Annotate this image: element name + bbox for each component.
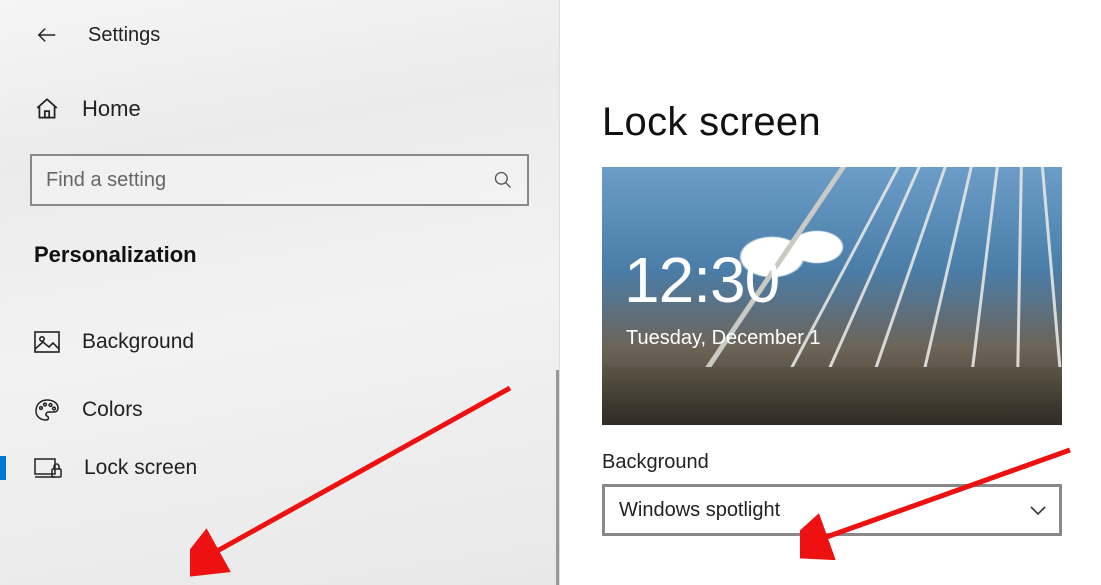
main-content: Lock screen 12:30 Tuesday, December 1 Ba…	[560, 0, 1101, 585]
sidebar-item-label: Lock screen	[84, 456, 197, 480]
home-label: Home	[82, 96, 141, 122]
background-dropdown[interactable]: Windows spotlight	[602, 484, 1062, 536]
chevron-down-icon	[1029, 504, 1047, 516]
page-title: Lock screen	[602, 100, 1065, 145]
palette-icon	[34, 398, 60, 422]
app-title: Settings	[88, 24, 160, 47]
search-input[interactable]	[46, 169, 493, 192]
search-container	[30, 154, 529, 206]
sidebar-item-colors[interactable]: Colors	[0, 376, 559, 444]
sidebar-item-background[interactable]: Background	[0, 308, 559, 376]
search-icon	[493, 170, 513, 190]
sidebar: Settings Home Personalization	[0, 0, 560, 585]
back-button[interactable]	[30, 18, 64, 52]
home-icon	[34, 96, 60, 122]
sidebar-item-label: Colors	[82, 398, 143, 422]
section-title: Personalization	[34, 242, 559, 268]
preview-decor	[602, 367, 1062, 425]
preview-date: Tuesday, December 1	[626, 327, 821, 350]
title-bar: Settings	[0, 10, 559, 70]
search-box[interactable]	[30, 154, 529, 206]
home-nav[interactable]: Home	[0, 70, 559, 148]
background-field-label: Background	[602, 451, 1065, 474]
sidebar-scrollbar[interactable]	[556, 370, 559, 585]
background-dropdown-value: Windows spotlight	[619, 499, 780, 522]
picture-icon	[34, 331, 60, 353]
sidebar-item-lock-screen[interactable]: Lock screen	[0, 444, 559, 492]
back-arrow-icon	[36, 24, 58, 46]
lock-screen-icon	[34, 457, 62, 479]
lock-screen-preview: 12:30 Tuesday, December 1	[602, 167, 1062, 425]
sidebar-item-label: Background	[82, 330, 194, 354]
preview-time: 12:30	[624, 243, 779, 317]
